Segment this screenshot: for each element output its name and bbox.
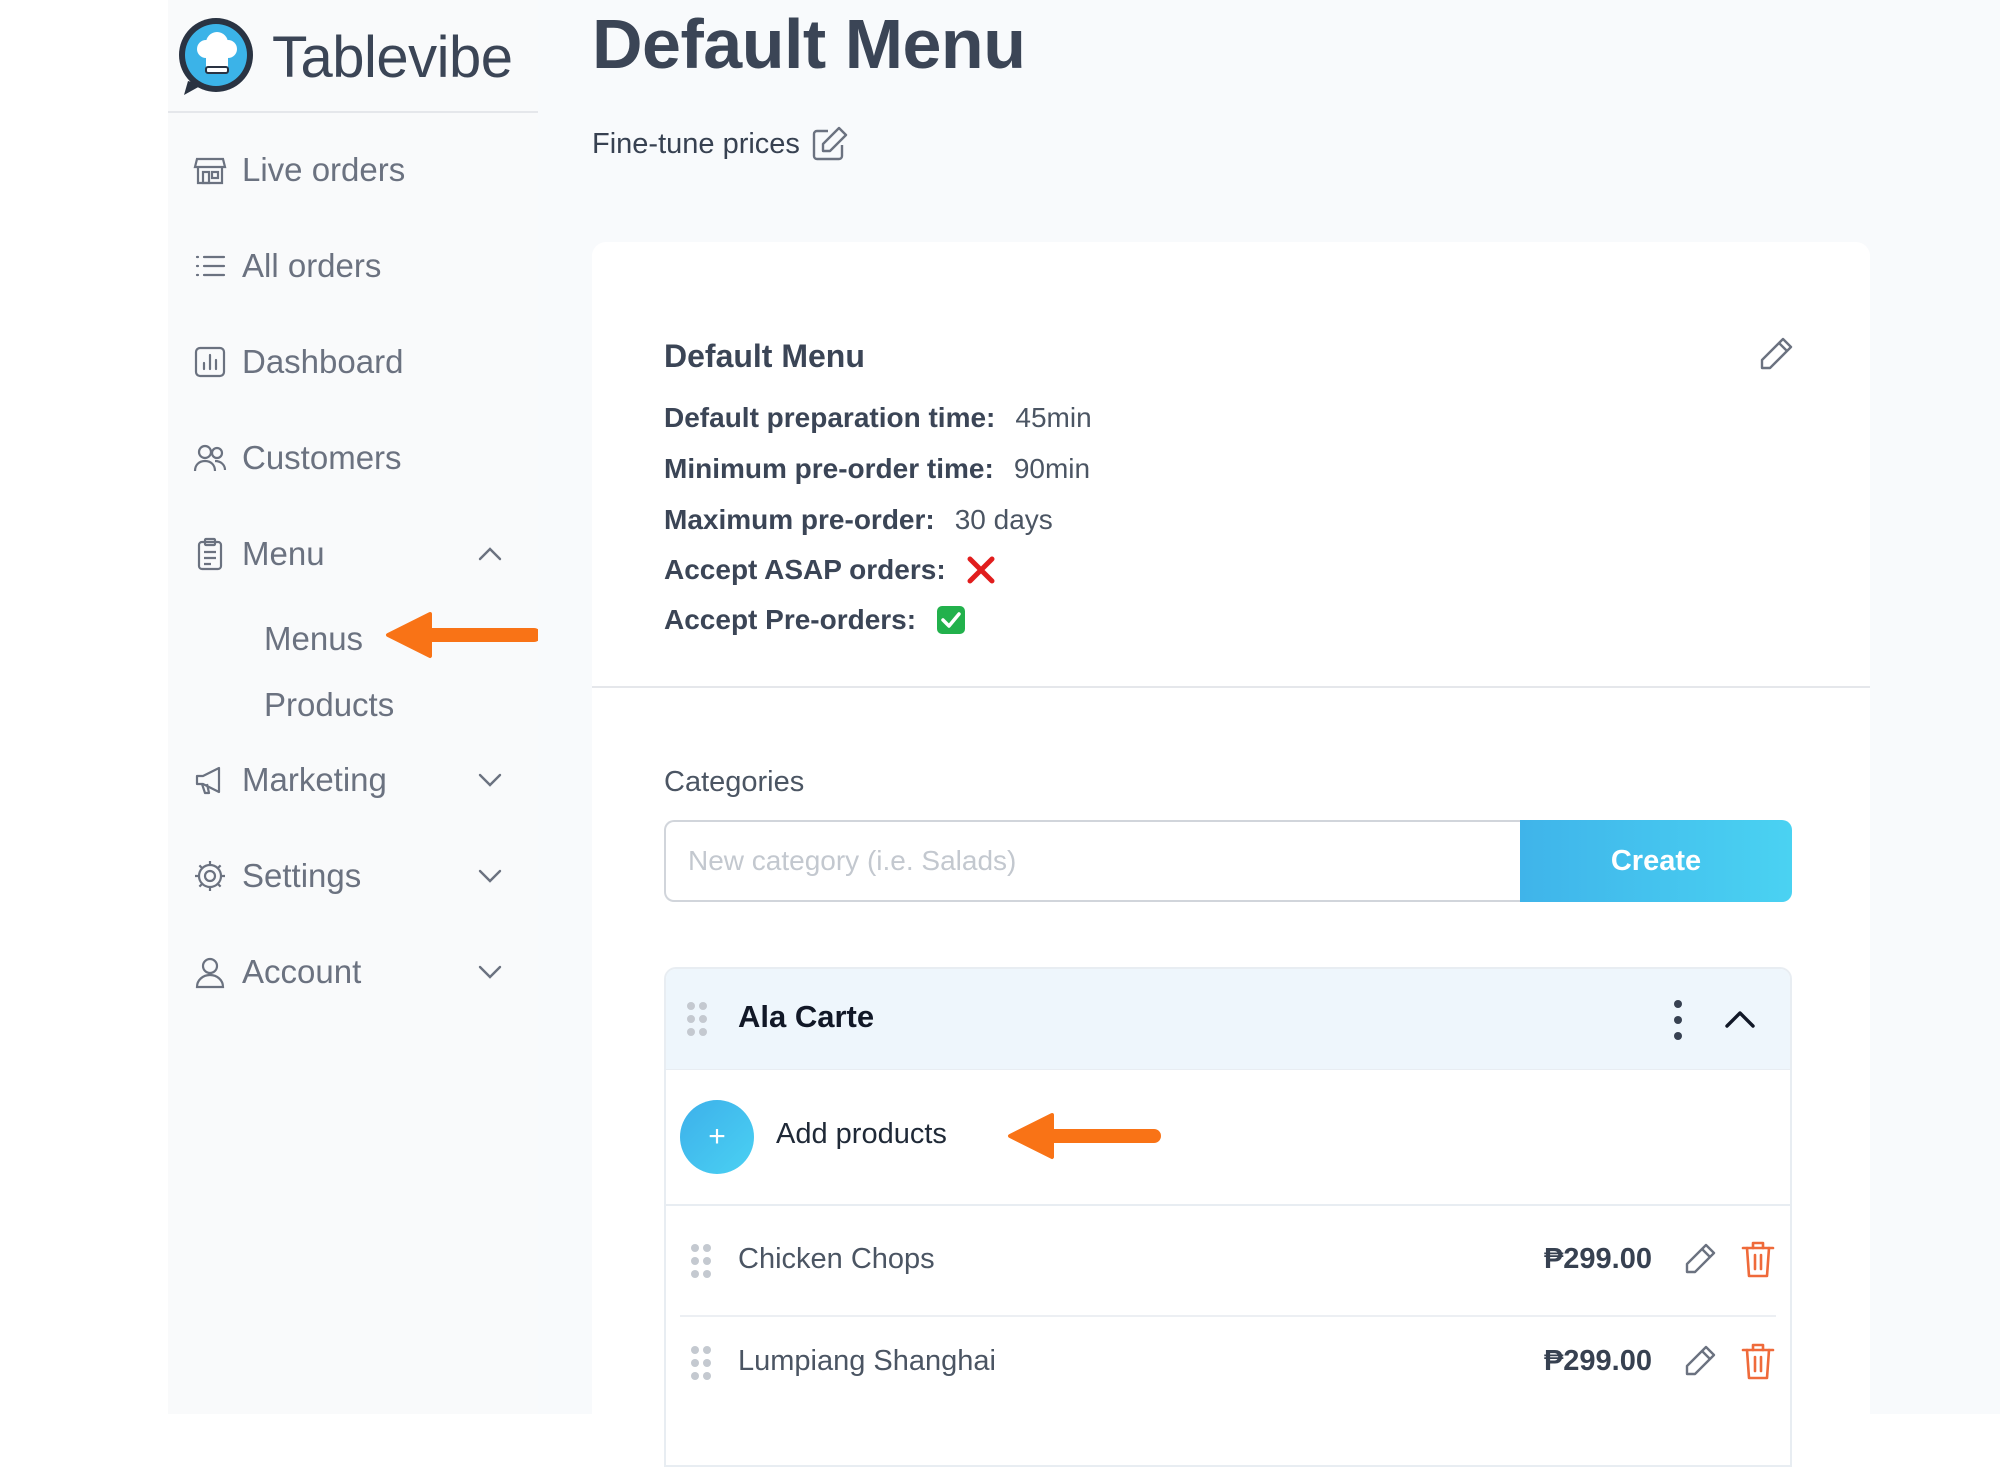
fine-tune-prices-link[interactable]: Fine-tune prices [592,124,850,164]
sidebar-item-label: Customers [242,439,402,476]
category-block: Ala Carte + Add products Chicken Chops ₱… [664,967,1792,1467]
gear-icon [192,858,228,894]
chevron-up-icon[interactable] [1720,999,1760,1039]
sidebar-item-menu[interactable]: Menu [192,526,508,582]
detail-prep-time: Default preparation time: 45min [664,402,1092,433]
add-products-row[interactable]: + Add products [666,1069,1790,1206]
megaphone-icon [192,762,228,798]
main-content: Default Menu Fine-tune prices Default Me… [538,0,2000,1467]
product-name: Chicken Chops [738,1243,935,1275]
users-icon [192,440,228,476]
sidebar-item-label: Dashboard [242,343,404,380]
trash-icon[interactable] [1740,1341,1776,1381]
more-options-icon[interactable] [1668,999,1688,1041]
create-category-button[interactable]: Create [1520,820,1792,902]
sidebar-item-settings[interactable]: Settings [192,848,508,904]
add-products-label[interactable]: Add products [776,1118,947,1151]
sidebar-item-account[interactable]: Account [192,944,508,1000]
detail-min-preorder: Minimum pre-order time: 90min [664,453,1091,484]
chevron-down-icon[interactable] [472,858,508,894]
categories-label: Categories [664,766,805,798]
menu-card: Default Menu Default preparation time: 4… [592,242,1870,1467]
red-cross-icon [967,556,995,584]
pencil-icon[interactable] [1682,1343,1718,1379]
sidebar-item-label: All orders [242,247,382,284]
annotation-arrow-add-products [1008,1113,1161,1159]
edit-square-icon [812,126,848,161]
sidebar-subitem-menus[interactable]: Menus [264,620,363,658]
sidebar-item-label: Menu [242,535,325,572]
category-name: Ala Carte [738,999,875,1034]
annotation-arrow-menus [386,612,541,658]
user-icon [192,954,228,990]
chart-icon [192,344,228,380]
category-header[interactable]: Ala Carte [666,969,1790,1069]
product-name: Lumpiang Shanghai [738,1345,996,1377]
product-row[interactable]: Lumpiang Shanghai ₱299.00 [680,1315,1776,1421]
store-icon [192,152,228,188]
menu-card-title: Default Menu [664,338,865,374]
sidebar-item-live-orders[interactable]: Live orders [192,142,508,198]
drag-handle-icon[interactable] [686,1001,708,1037]
product-price: ₱299.00 [1543,1243,1652,1275]
detail-accept-preorders: Accept Pre-orders: [664,604,966,636]
logo[interactable]: Tablevibe [176,12,513,102]
add-products-button[interactable]: + [680,1100,754,1174]
sidebar-item-customers[interactable]: Customers [192,430,508,486]
chevron-down-icon[interactable] [472,762,508,798]
list-icon [192,248,228,284]
sidebar: Tablevibe Live orders All orders Dashboa… [168,0,538,1414]
sidebar-item-label: Live orders [242,151,406,188]
sidebar-subitem-products[interactable]: Products [264,686,394,724]
detail-max-preorder: Maximum pre-order: 30 days [664,504,1053,535]
chevron-down-icon[interactable] [472,954,508,990]
green-check-icon [937,606,966,634]
pencil-icon[interactable] [1756,334,1796,374]
sidebar-item-label: Account [242,953,362,990]
new-category-input[interactable] [664,820,1520,902]
drag-handle-icon[interactable] [690,1345,712,1381]
fine-tune-label: Fine-tune prices [592,127,800,160]
drag-handle-icon[interactable] [690,1243,712,1279]
product-price: ₱299.00 [1543,1345,1652,1377]
page-title: Default Menu [592,5,1026,83]
sidebar-item-marketing[interactable]: Marketing [192,752,508,808]
app-name: Tablevibe [272,24,513,90]
chef-hat-logo-icon [179,18,253,95]
clipboard-icon [192,536,228,572]
card-divider [592,686,1870,688]
pencil-icon[interactable] [1682,1241,1718,1277]
product-row[interactable]: Chicken Chops ₱299.00 [680,1209,1776,1317]
detail-accept-asap: Accept ASAP orders: [664,554,996,586]
sidebar-divider [168,111,538,113]
sidebar-item-all-orders[interactable]: All orders [192,238,508,294]
chevron-up-icon[interactable] [472,536,508,572]
trash-icon[interactable] [1740,1239,1776,1279]
sidebar-item-label: Settings [242,857,362,894]
sidebar-item-label: Marketing [242,761,387,798]
sidebar-item-dashboard[interactable]: Dashboard [192,334,508,390]
